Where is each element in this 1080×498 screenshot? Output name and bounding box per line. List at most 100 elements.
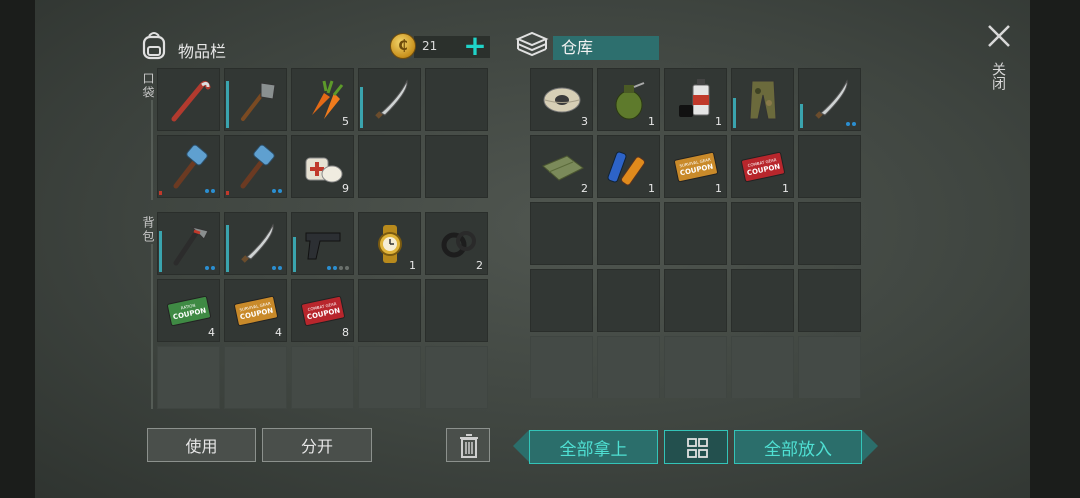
pocket-slot[interactable] <box>224 135 287 198</box>
hammer-icon <box>173 226 209 266</box>
backpack-slot[interactable]: SURVIVAL GEAR COUPON 4 <box>224 279 287 342</box>
item-count: 8 <box>342 326 349 339</box>
item-count: 5 <box>342 115 349 128</box>
machete-icon <box>241 223 274 263</box>
ration-coupon-icon: RATIONCOUPON <box>167 295 211 327</box>
storage-slot[interactable] <box>798 336 861 398</box>
storage-slot[interactable] <box>597 336 660 398</box>
inventory-title: 物品栏 <box>178 42 227 61</box>
item-count: 1 <box>715 182 722 195</box>
coin-count: 21 <box>422 39 438 53</box>
storage-grid: 3 1 1 2 1 SURVIVAL GEAR COUPON 1 COMBAT GEAR COUP… <box>530 68 861 398</box>
storage-slot[interactable] <box>597 202 660 265</box>
storage-slot[interactable] <box>731 202 794 265</box>
item-count: 1 <box>782 182 789 195</box>
backpack-slot[interactable] <box>425 279 488 342</box>
pocket-label: 口袋 <box>141 72 155 100</box>
pocket-slot[interactable] <box>425 135 488 198</box>
backpack-slot[interactable]: COMBAT GEAR COUPON 8 <box>291 279 354 342</box>
crowbar-icon <box>171 80 211 122</box>
storage-slot[interactable] <box>530 202 593 265</box>
backpack-icon <box>142 32 166 60</box>
pocket-slot[interactable]: 5 <box>291 68 354 131</box>
watch-icon <box>378 225 402 263</box>
backpack-slot[interactable] <box>291 212 354 275</box>
storage-slot[interactable] <box>731 336 794 398</box>
use-button[interactable]: 使用 <box>147 428 256 462</box>
backpack-slot[interactable]: 1 <box>358 212 421 275</box>
sort-button[interactable] <box>664 430 728 464</box>
durability-bar <box>226 225 229 272</box>
grenade-icon <box>615 82 645 120</box>
backpack-slot[interactable] <box>224 346 287 409</box>
quality-dots <box>272 189 282 193</box>
storage-slot[interactable]: 3 <box>530 68 593 131</box>
item-count: 4 <box>208 326 215 339</box>
storage-slot[interactable] <box>798 135 861 198</box>
storage-slot[interactable] <box>530 336 593 398</box>
spray-can-icon <box>679 79 710 117</box>
storage-slot[interactable] <box>731 269 794 332</box>
storage-slot[interactable] <box>664 269 727 332</box>
grid-sort-icon <box>687 438 708 458</box>
pocket-slot[interactable] <box>224 68 287 131</box>
backpack-slot[interactable] <box>224 212 287 275</box>
storage-slot[interactable] <box>731 68 794 131</box>
pocket-slot[interactable] <box>425 68 488 131</box>
close-icon[interactable] <box>985 22 1013 50</box>
backpack-divider <box>151 244 153 409</box>
backpack-grid: 1 2 RATION COUPON 4 SURVIVAL GEAR COUPON 4 COMBA… <box>157 212 488 409</box>
backpack-slot[interactable]: 2 <box>425 212 488 275</box>
storage-slot[interactable] <box>798 68 861 131</box>
survival-coupon-icon: SURVIVAL GEARCOUPON <box>234 295 278 327</box>
pistol-icon <box>305 232 341 260</box>
durability-bar <box>733 98 736 128</box>
take-all-arrow <box>513 430 529 462</box>
item-count: 1 <box>409 259 416 272</box>
item-count: 3 <box>581 115 588 128</box>
pocket-slot[interactable]: 9 <box>291 135 354 198</box>
pocket-slot[interactable] <box>157 68 220 131</box>
trash-icon <box>460 434 478 458</box>
storage-slot[interactable] <box>530 269 593 332</box>
pocket-divider <box>151 100 153 200</box>
pocket-grid: 59 <box>157 68 488 198</box>
backpack-slot[interactable] <box>291 346 354 409</box>
storage-slot[interactable] <box>664 202 727 265</box>
storage-slot[interactable] <box>664 336 727 398</box>
durability-bar <box>159 191 162 195</box>
split-button[interactable]: 分开 <box>262 428 372 462</box>
storage-slot[interactable]: 1 <box>597 68 660 131</box>
backpack-slot[interactable] <box>157 346 220 409</box>
durability-bar <box>800 104 803 128</box>
quality-dots <box>205 189 215 193</box>
backpack-slot[interactable]: RATION COUPON 4 <box>157 279 220 342</box>
storage-slot[interactable]: COMBAT GEAR COUPON 1 <box>731 135 794 198</box>
durability-bar <box>293 237 296 272</box>
durability-bar <box>159 231 162 272</box>
backpack-slot[interactable] <box>358 346 421 409</box>
storage-slot[interactable]: 1 <box>664 68 727 131</box>
storage-slot[interactable]: 1 <box>597 135 660 198</box>
storage-slot[interactable]: SURVIVAL GEAR COUPON 1 <box>664 135 727 198</box>
trash-button[interactable] <box>446 428 490 462</box>
pocket-slot[interactable] <box>358 135 421 198</box>
backpack-slot[interactable] <box>425 346 488 409</box>
cloth-icon <box>542 155 584 181</box>
storage-slot[interactable] <box>597 269 660 332</box>
storage-title: 仓库 <box>553 36 659 60</box>
camo-pants-icon <box>749 80 777 120</box>
backpack-slot[interactable] <box>358 279 421 342</box>
pocket-slot[interactable] <box>358 68 421 131</box>
backpack-slot[interactable] <box>157 212 220 275</box>
add-coins-button[interactable]: + <box>462 32 488 60</box>
item-count: 2 <box>581 182 588 195</box>
pocket-slot[interactable] <box>157 135 220 198</box>
storage-slot[interactable] <box>798 269 861 332</box>
put-all-button[interactable]: 全部放入 <box>734 430 862 464</box>
close-label[interactable]: 关闭 <box>988 62 1008 90</box>
storage-slot[interactable]: 2 <box>530 135 593 198</box>
durability-bar <box>226 81 229 128</box>
take-all-button[interactable]: 全部拿上 <box>529 430 658 464</box>
storage-slot[interactable] <box>798 202 861 265</box>
